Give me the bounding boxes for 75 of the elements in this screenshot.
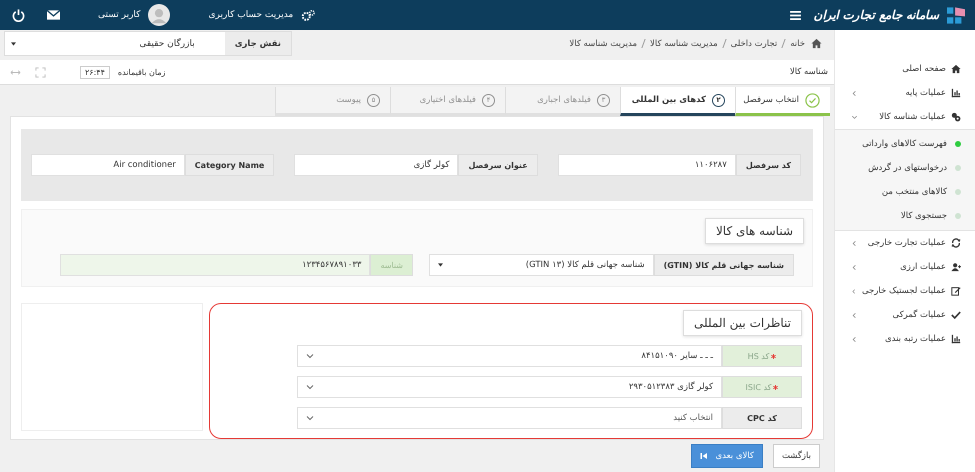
logo-icon <box>947 6 965 24</box>
section-title: تناظرات بین المللی <box>682 310 802 336</box>
timer-label: زمان باقیمانده <box>118 68 166 76</box>
chevron-left-icon <box>851 336 858 342</box>
breadcrumb-link[interactable]: تجارت داخلی <box>730 38 778 48</box>
sidebar-item[interactable]: عملیات رتبه بندی <box>835 327 975 351</box>
role-label: نقش جاری <box>224 32 291 55</box>
userplus-icon <box>951 262 961 272</box>
chart-icon <box>951 88 961 98</box>
user-name: کاربر تستی <box>98 10 140 20</box>
sync-icon <box>951 238 961 248</box>
gears-icon[interactable] <box>301 8 316 22</box>
select-field[interactable]: ـ ـ ـ سایر ۸۴۱۵۱۰۹۰ <box>297 345 722 367</box>
input-field[interactable]: ۱۱۰۶۲۸۷ <box>558 154 736 176</box>
input-field[interactable]: Air conditioner <box>31 154 185 176</box>
field-label: Category Name <box>184 154 274 176</box>
chevron-down-icon <box>851 114 858 120</box>
logo-text: سامانه جامع تجارت ایران <box>813 8 939 22</box>
chevron-left-icon <box>851 90 858 96</box>
submenu-item[interactable]: کالاهای منتخب من <box>835 180 975 204</box>
input-field[interactable]: کولر گازی <box>294 154 458 176</box>
caret-icon <box>11 42 16 46</box>
home-icon <box>951 64 961 74</box>
timer-value: ۲۶:۴۴ <box>80 66 110 78</box>
submenu-item[interactable]: فهرست کالاهای وارداتی <box>835 132 975 156</box>
field-label: کد HS <box>722 345 802 367</box>
menu-icon[interactable] <box>790 10 802 20</box>
chevron-left-icon <box>851 240 858 246</box>
field-label: شناسه <box>370 254 413 276</box>
breadcrumb-link[interactable]: خانه <box>790 38 805 48</box>
role-select[interactable]: بازرگان حقیقی <box>5 32 225 55</box>
sidebar-item[interactable]: عملیات ارزی <box>835 255 975 279</box>
caret-icon <box>438 263 443 267</box>
chevron-down-icon <box>306 384 314 390</box>
chevron-left-icon <box>851 288 857 294</box>
chevron-down-icon <box>306 353 314 359</box>
chevron-down-icon <box>306 415 314 421</box>
field-label: عنوان سرفصل <box>458 154 538 176</box>
check-icon <box>951 310 961 320</box>
sidebar-item[interactable]: عملیات گمرکی <box>835 303 975 327</box>
page-title: شناسه کالا <box>790 67 828 77</box>
breadcrumb-link[interactable]: مدیریت شناسه کالا <box>650 38 718 48</box>
submenu-item[interactable]: جستجوی کالا <box>835 204 975 228</box>
field-label: کد CPC <box>722 407 802 429</box>
sidebar-item[interactable]: عملیات پایه <box>835 81 975 105</box>
back-button[interactable]: بازگشت <box>772 444 820 468</box>
required-icon <box>773 384 778 390</box>
account-link[interactable]: مدیریت حساب کاربری <box>208 10 294 20</box>
sidebar-item[interactable]: عملیات تجارت خارجی <box>835 231 975 255</box>
field-label: شناسه جهانی قلم کالا (GTIN) <box>654 254 794 276</box>
wizard-step[interactable]: انتخاب سرفصل <box>735 87 830 116</box>
check-icon <box>805 92 820 108</box>
sidebar-item[interactable]: عملیات شناسه کالا <box>835 105 975 129</box>
select-field[interactable]: انتخاب کنید <box>297 407 722 429</box>
skip-back-icon <box>700 452 708 460</box>
submenu-item[interactable]: درخواستهای در گردش <box>835 156 975 180</box>
chevron-left-icon <box>851 264 858 270</box>
mail-icon[interactable] <box>47 10 60 20</box>
input-field[interactable]: ۱۲۳۴۵۶۷۸۹۱۰۳۳ <box>60 254 370 276</box>
field-label: کد سرفصل <box>736 154 801 176</box>
role-selector[interactable]: نقش جاری بازرگان حقیقی <box>4 31 292 56</box>
section-title: شناسه های کالا <box>704 218 804 244</box>
select-field[interactable]: کولر گازی ۲۹۳۰۵۱۲۳۸۳ <box>297 376 722 398</box>
breadcrumb-link[interactable]: مدیریت شناسه کالا <box>569 38 638 48</box>
chart-icon <box>951 334 961 344</box>
edit-icon <box>951 286 961 296</box>
sidebar-item[interactable]: عملیات لجستیک خارجی <box>835 279 975 303</box>
field-label: کد ISIC <box>722 376 802 398</box>
required-icon <box>771 354 776 358</box>
select-field[interactable]: شناسه جهانی قلم کالا (GTIN ۱۳) <box>429 254 654 276</box>
avatar-icon <box>148 4 170 26</box>
power-icon[interactable] <box>12 8 25 22</box>
chevron-left-icon <box>851 312 858 318</box>
home-icon[interactable] <box>811 38 822 49</box>
sidebar-item[interactable]: صفحه اصلی <box>835 57 975 81</box>
